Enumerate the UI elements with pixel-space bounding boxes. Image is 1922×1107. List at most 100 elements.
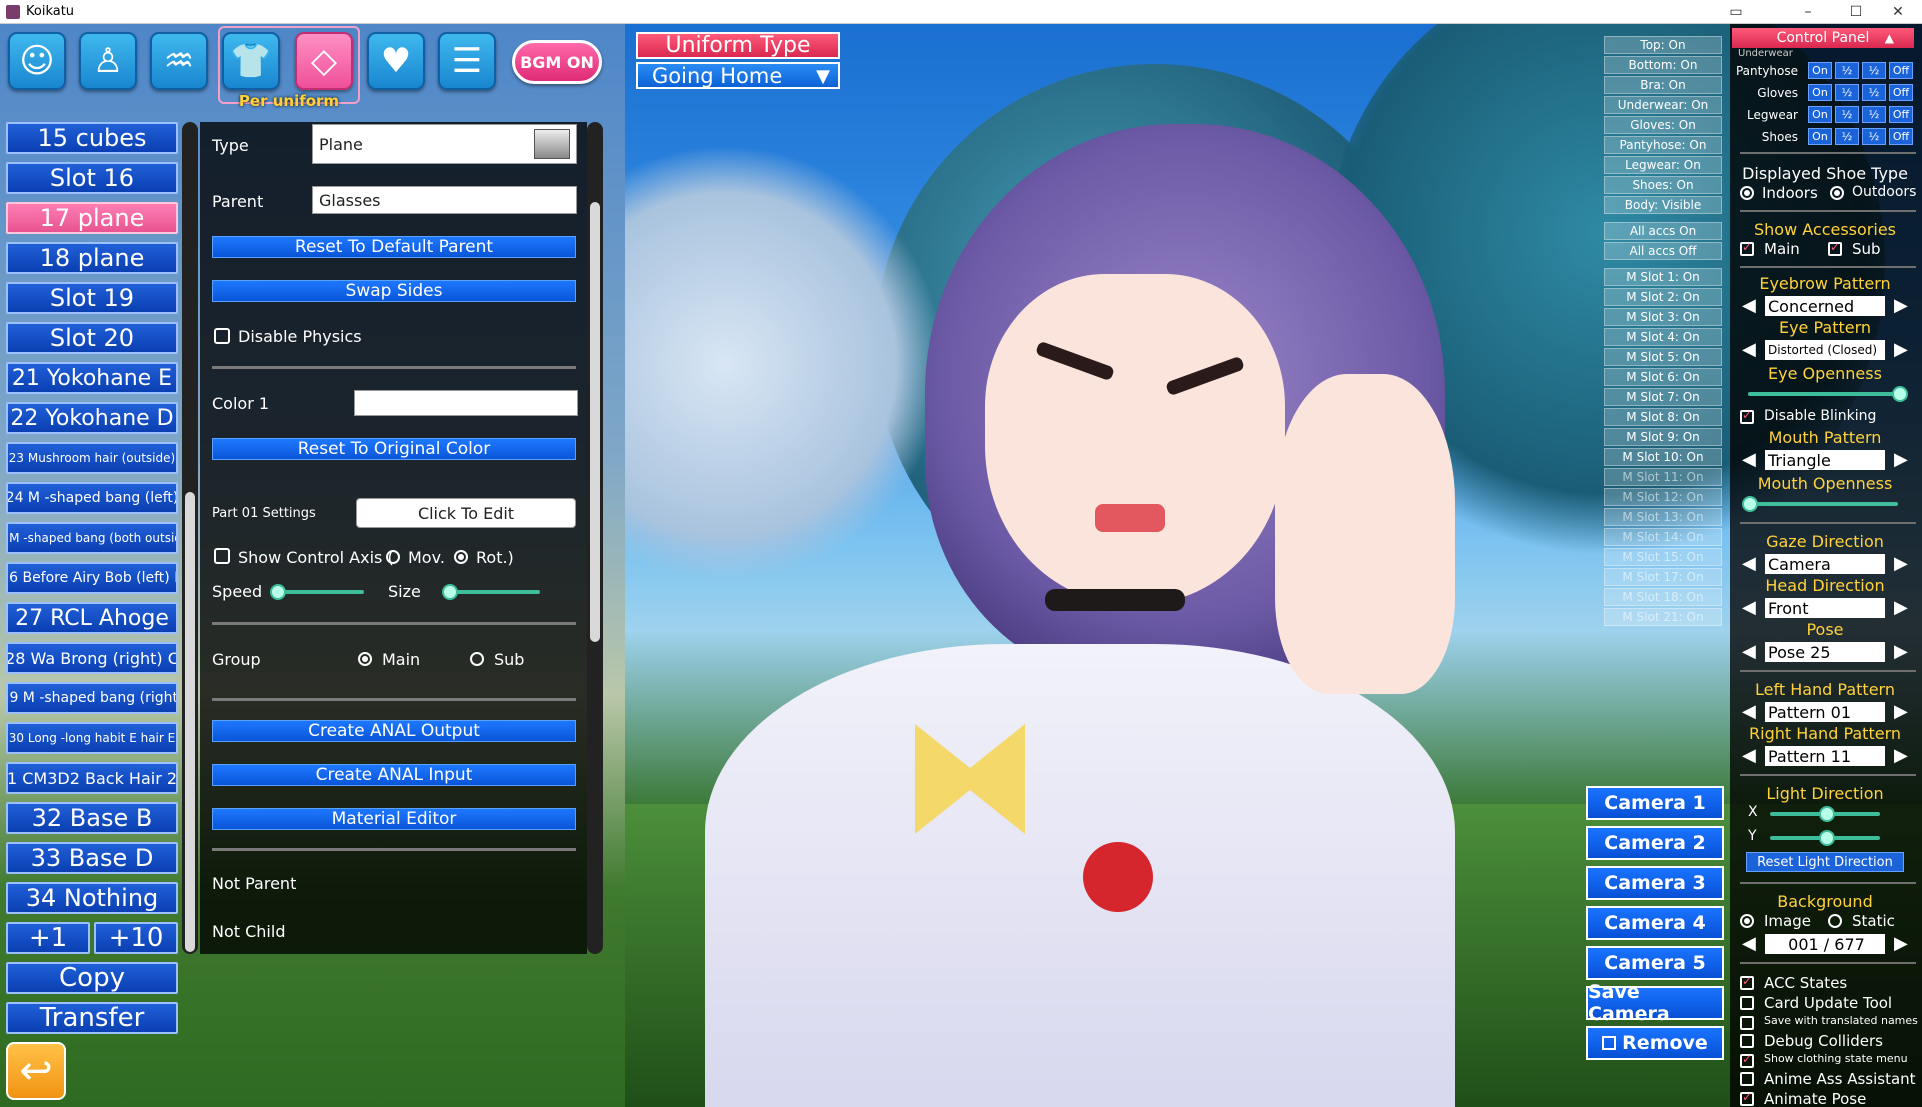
option-checkbox[interactable]	[1740, 1072, 1754, 1086]
editor-scrollbar-thumb[interactable]	[590, 202, 600, 642]
disable-blinking-checkbox[interactable]	[1740, 408, 1754, 424]
option-checkbox[interactable]	[1740, 1016, 1754, 1030]
mslot-toggle[interactable]: M Slot 17: On	[1604, 568, 1722, 586]
accessory-slot[interactable]: 30 Long -long habit E hair E	[6, 722, 178, 754]
mslot-toggle[interactable]: M Slot 10: On	[1604, 448, 1722, 466]
editor-scrollbar[interactable]	[587, 122, 603, 954]
clothes-state-button[interactable]: On	[1808, 128, 1832, 145]
mslot-toggle[interactable]: M Slot 21: On	[1604, 608, 1722, 626]
type-select[interactable]: Plane	[312, 124, 577, 164]
mslot-toggle[interactable]: M Slot 12: On	[1604, 488, 1722, 506]
clothes-state-button[interactable]: Off	[1889, 84, 1913, 101]
gamebar-icon[interactable]: ▭	[1716, 0, 1756, 24]
body-icon[interactable]: ♙	[79, 32, 137, 90]
bg-prev-icon[interactable]: ◀	[1742, 934, 1756, 954]
type-thumbnail-icon[interactable]	[534, 129, 570, 159]
minimize-button[interactable]: –	[1788, 0, 1828, 24]
clothes-state-button[interactable]: On	[1808, 62, 1832, 79]
mov-radio[interactable]	[386, 550, 400, 564]
left-hand-prev-icon[interactable]: ◀	[1742, 702, 1756, 722]
clothing-toggle[interactable]: Legwear: On	[1604, 156, 1722, 174]
accessory-slot[interactable]: Slot 16	[6, 162, 178, 194]
eye-pattern-prev-icon[interactable]: ◀	[1742, 340, 1756, 360]
accessory-slot[interactable]: 17 plane	[6, 202, 178, 234]
eyebrow-prev-icon[interactable]: ◀	[1742, 296, 1756, 316]
control-panel-header[interactable]: Control Panel ▲	[1732, 28, 1914, 48]
mouth-pattern-next-icon[interactable]: ▶	[1894, 450, 1908, 470]
acc-main-checkbox[interactable]	[1740, 240, 1754, 256]
scrollbar-thumb[interactable]	[185, 492, 195, 952]
accessory-visibility-toggle[interactable]: All accs On	[1604, 222, 1722, 240]
mslot-toggle[interactable]: M Slot 14: On	[1604, 528, 1722, 546]
mslot-toggle[interactable]: M Slot 11: On	[1604, 468, 1722, 486]
mslot-toggle[interactable]: M Slot 5: On	[1604, 348, 1722, 366]
reset-color-button[interactable]: Reset To Original Color	[212, 438, 576, 460]
plus10-button[interactable]: +10	[94, 922, 178, 954]
mslot-toggle[interactable]: M Slot 4: On	[1604, 328, 1722, 346]
accessory-slot[interactable]: 31 CM3D2 Back Hair 24	[6, 762, 178, 794]
mslot-toggle[interactable]: M Slot 6: On	[1604, 368, 1722, 386]
eye-openness-slider[interactable]	[1748, 392, 1898, 396]
accessory-visibility-toggle[interactable]: All accs Off	[1604, 242, 1722, 260]
clothes-state-button[interactable]: ½	[1862, 62, 1886, 79]
eyebrow-next-icon[interactable]: ▶	[1894, 296, 1908, 316]
swap-sides-button[interactable]: Swap Sides	[212, 280, 576, 302]
left-hand-next-icon[interactable]: ▶	[1894, 702, 1908, 722]
color1-swatch[interactable]	[354, 390, 578, 416]
click-to-edit-button[interactable]: Click To Edit	[356, 498, 576, 528]
parent-select[interactable]: Glasses	[312, 186, 577, 214]
eyebrow-value[interactable]: Concerned	[1765, 296, 1885, 316]
reset-default-parent-button[interactable]: Reset To Default Parent	[212, 236, 576, 258]
pose-next-icon[interactable]: ▶	[1894, 642, 1908, 662]
clothes-state-button[interactable]: ½	[1835, 128, 1859, 145]
speed-slider-knob[interactable]	[270, 584, 286, 600]
clothing-toggle[interactable]: Body: Visible	[1604, 196, 1722, 214]
camera-button[interactable]: Remove	[1586, 1026, 1724, 1060]
group-sub-radio[interactable]	[470, 652, 484, 666]
gaze-direction-next-icon[interactable]: ▶	[1894, 554, 1908, 574]
accessory-slot[interactable]: 26 Before Airy Bob (left) B	[6, 562, 178, 594]
clothes-state-button[interactable]: ½	[1862, 84, 1886, 101]
mslot-toggle[interactable]: M Slot 13: On	[1604, 508, 1722, 526]
clothes-state-button[interactable]: On	[1808, 84, 1832, 101]
clothing-toggle[interactable]: Gloves: On	[1604, 116, 1722, 134]
clothing-toggle[interactable]: Pantyhose: On	[1604, 136, 1722, 154]
accessory-slot[interactable]: 21 Yokohane E	[6, 362, 178, 394]
mslot-toggle[interactable]: M Slot 3: On	[1604, 308, 1722, 326]
accessory-icon[interactable]: ◇	[295, 32, 353, 90]
indoors-radio[interactable]	[1740, 186, 1754, 200]
face-icon[interactable]: ☺	[8, 32, 66, 90]
camera-button[interactable]: Save Camera	[1586, 981, 1724, 1025]
accessory-slot[interactable]: 33 Base D	[6, 842, 178, 874]
back-arrow-icon[interactable]: ↩	[6, 1042, 66, 1100]
maximize-button[interactable]: ☐	[1836, 0, 1876, 24]
light-x-knob[interactable]	[1819, 806, 1835, 822]
clothing-toggle[interactable]: Bottom: On	[1604, 56, 1722, 74]
camera-button[interactable]: Camera 4	[1586, 906, 1724, 940]
accessory-slot[interactable]: Slot 20	[6, 322, 178, 354]
outdoors-radio[interactable]	[1830, 186, 1844, 200]
group-main-radio[interactable]	[358, 652, 372, 666]
mslot-toggle[interactable]: M Slot 2: On	[1604, 288, 1722, 306]
clothes-icon[interactable]: 👕	[222, 32, 280, 90]
option-checkbox[interactable]	[1740, 1034, 1754, 1048]
bg-static-radio[interactable]	[1828, 914, 1842, 928]
head-direction-next-icon[interactable]: ▶	[1894, 598, 1908, 618]
camera-button[interactable]: Camera 5	[1586, 946, 1724, 980]
material-editor-button[interactable]: Material Editor	[212, 808, 576, 830]
head-direction-prev-icon[interactable]: ◀	[1742, 598, 1756, 618]
clothes-state-button[interactable]: ½	[1835, 106, 1859, 123]
clothes-state-button[interactable]: Off	[1889, 106, 1913, 123]
clothes-state-button[interactable]: ½	[1862, 106, 1886, 123]
pose-value[interactable]: Pose 25	[1765, 642, 1885, 662]
accessory-slot[interactable]: 15 cubes	[6, 122, 178, 154]
accessory-slot[interactable]: 18 plane	[6, 242, 178, 274]
option-checkbox[interactable]	[1740, 1052, 1754, 1068]
mouth-openness-slider[interactable]	[1748, 502, 1898, 506]
accessory-slot[interactable]: 22 Yokohane D	[6, 402, 178, 434]
bg-next-icon[interactable]: ▶	[1894, 934, 1908, 954]
create-input-button[interactable]: Create ANAL Input	[212, 764, 576, 786]
rot-radio[interactable]	[454, 550, 468, 564]
bg-index-value[interactable]: 001 / 677	[1765, 934, 1885, 954]
create-output-button[interactable]: Create ANAL Output	[212, 720, 576, 742]
